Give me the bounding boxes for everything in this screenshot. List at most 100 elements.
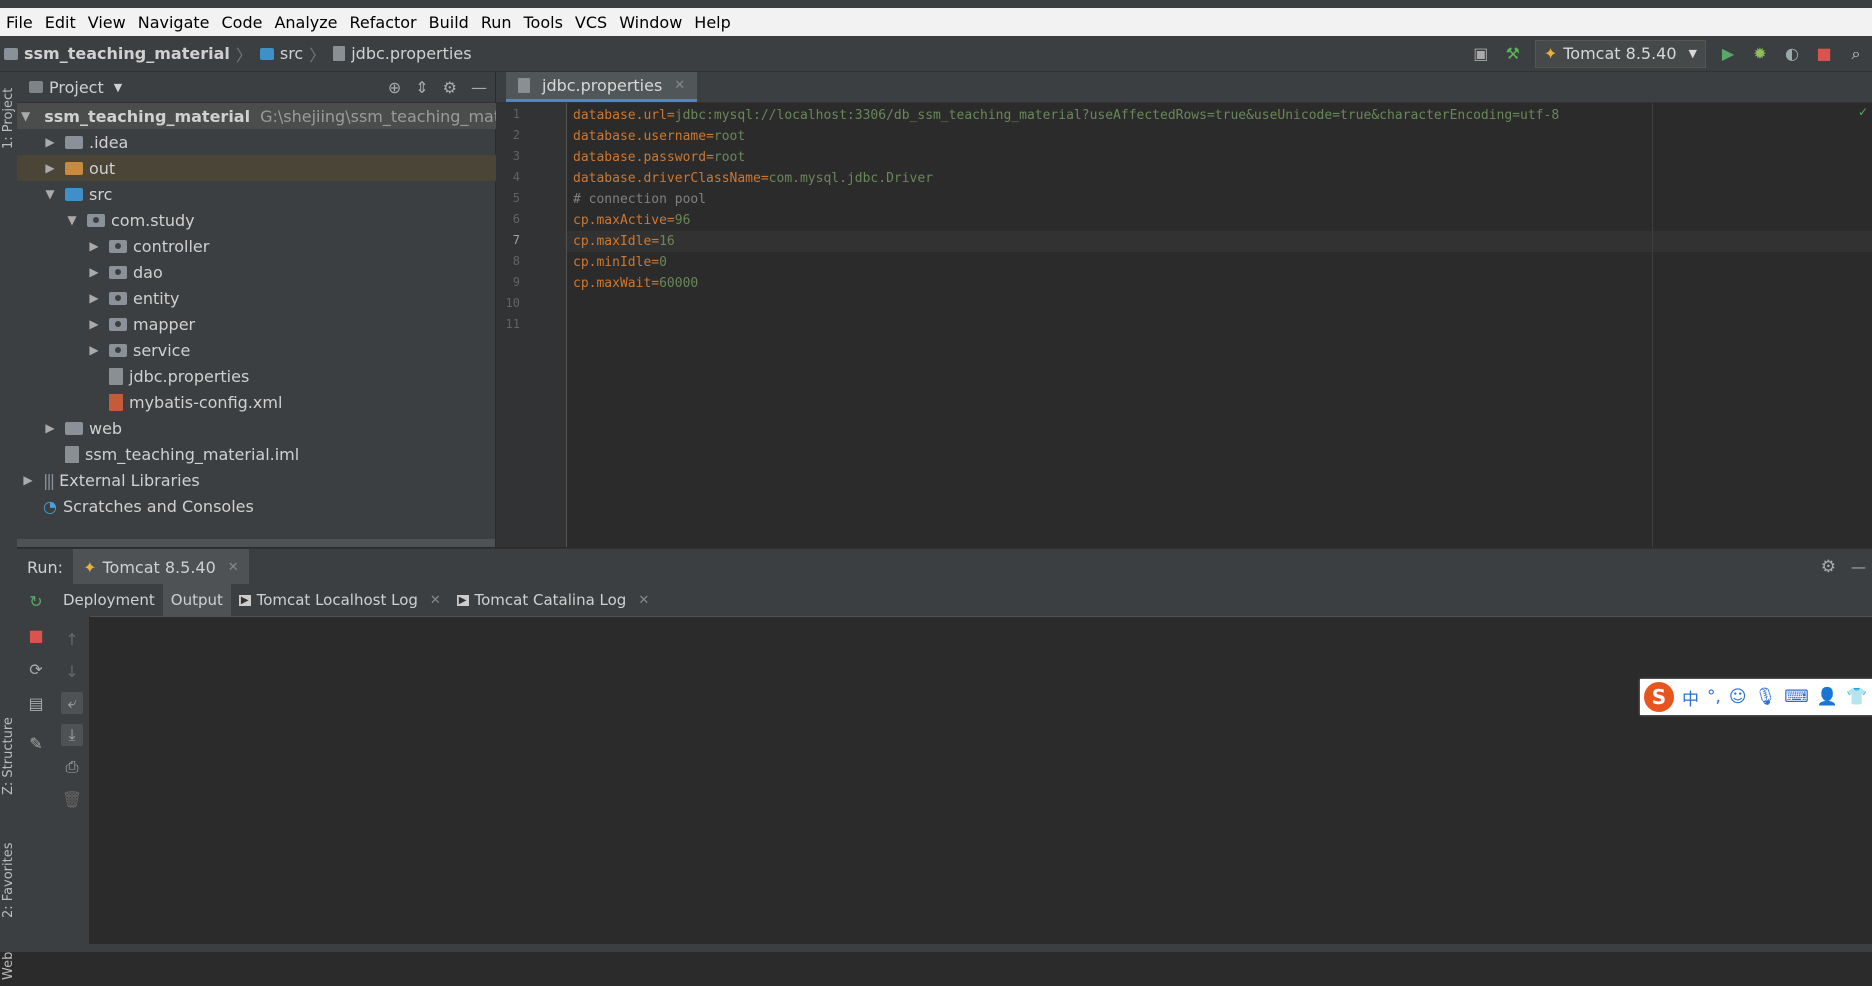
- menu-code[interactable]: Code: [216, 13, 269, 32]
- build-hammer-icon[interactable]: ⚒: [1503, 44, 1523, 64]
- keyboard-icon[interactable]: ⌨: [1784, 687, 1809, 707]
- excluded-folder-icon: [65, 161, 83, 175]
- tree-item-project-root[interactable]: ▼ ssm_teaching_material G:\shejiing\ssm_…: [17, 103, 535, 129]
- chevron-right-icon[interactable]: ▶: [21, 473, 35, 487]
- tree-item-out[interactable]: ▶ out: [17, 155, 521, 181]
- chevron-down-icon[interactable]: ▼: [21, 109, 30, 123]
- run-tab-tomcat[interactable]: ✦ Tomcat 8.5.40 ✕: [73, 549, 249, 585]
- close-icon[interactable]: ✕: [638, 593, 649, 608]
- chevron-right-icon[interactable]: ▶: [43, 161, 57, 175]
- breadcrumb-src[interactable]: src 〉: [256, 42, 329, 66]
- locate-target-icon[interactable]: ⊕: [388, 78, 401, 97]
- chevron-right-icon[interactable]: ▶: [43, 421, 57, 435]
- tree-item-com-study[interactable]: ▼ com.study: [17, 207, 543, 233]
- minimize-icon[interactable]: —: [471, 78, 487, 97]
- tree-item-label: mybatis-config.xml: [129, 392, 283, 412]
- chevron-down-icon[interactable]: ▼: [43, 187, 57, 201]
- chevron-right-icon[interactable]: ▶: [87, 239, 101, 253]
- tree-item-scratches[interactable]: ◔ Scratches and Consoles: [17, 493, 521, 519]
- coverage-icon[interactable]: ◐: [1782, 44, 1802, 64]
- chevron-right-icon[interactable]: ▶: [43, 135, 57, 149]
- update-app-icon[interactable]: ⟳: [25, 658, 47, 680]
- ime-language-toggle[interactable]: 中: [1682, 685, 1699, 710]
- collapse-all-icon[interactable]: ⇕: [415, 78, 428, 97]
- sogou-logo-icon[interactable]: S: [1644, 682, 1674, 712]
- skin-shirt-icon[interactable]: 👕: [1846, 687, 1867, 707]
- run-icon[interactable]: ▶: [1718, 44, 1738, 64]
- project-panel-title[interactable]: Project: [49, 78, 104, 97]
- gear-icon[interactable]: ⚙: [1821, 557, 1836, 577]
- tab-deployment[interactable]: Deployment: [55, 584, 163, 616]
- trash-icon[interactable]: 🗑: [61, 788, 83, 810]
- structure-tool-tab[interactable]: Z: Structure: [0, 708, 17, 804]
- horizontal-scrollbar[interactable]: [17, 539, 495, 547]
- minimize-icon[interactable]: —: [1851, 558, 1866, 576]
- menu-window[interactable]: Window: [613, 13, 688, 32]
- pin-icon[interactable]: ✎: [25, 732, 47, 754]
- scroll-to-end-icon[interactable]: ⤓: [61, 724, 83, 746]
- tree-item-dao[interactable]: ▶ dao: [17, 259, 565, 285]
- menu-run[interactable]: Run: [475, 13, 518, 32]
- tree-item-service[interactable]: ▶ service: [17, 337, 565, 363]
- inspection-ok-icon[interactable]: ✓: [1858, 105, 1868, 119]
- tree-item-web[interactable]: ▶ web: [17, 415, 521, 441]
- menu-view[interactable]: View: [82, 13, 132, 32]
- favorites-tool-tab[interactable]: 2: Favorites: [0, 832, 17, 928]
- menu-vcs[interactable]: VCS: [569, 13, 613, 32]
- line-number-gutter: 1 2 3 4 5 6 7 8 9 10 11: [496, 103, 567, 547]
- code-editor[interactable]: database.url=jdbc:mysql://localhost:3306…: [567, 103, 1872, 547]
- close-icon[interactable]: ✕: [430, 593, 441, 608]
- menu-file[interactable]: File: [0, 13, 39, 32]
- tree-item-entity[interactable]: ▶ entity: [17, 285, 565, 311]
- tree-item-src[interactable]: ▼ src: [17, 181, 521, 207]
- layout-icon[interactable]: ▤: [25, 692, 47, 714]
- stop-icon[interactable]: ■: [25, 624, 47, 646]
- soft-wrap-icon[interactable]: ⤶: [61, 692, 83, 714]
- emoji-icon[interactable]: ☺: [1729, 687, 1747, 707]
- arrow-down-icon[interactable]: ↓: [61, 660, 83, 682]
- tree-item-controller[interactable]: ▶ controller: [17, 233, 565, 259]
- microphone-icon[interactable]: 🎙: [1755, 687, 1777, 707]
- breadcrumb-project[interactable]: ssm_teaching_material 〉: [0, 42, 256, 66]
- arrow-up-icon[interactable]: ↑: [61, 628, 83, 650]
- print-icon[interactable]: ⎙: [61, 756, 83, 778]
- search-icon[interactable]: ⌕: [1846, 44, 1866, 64]
- close-icon[interactable]: ✕: [228, 560, 239, 575]
- chevron-right-icon[interactable]: ▶: [87, 265, 101, 279]
- ime-punctuation-toggle[interactable]: °,: [1707, 687, 1721, 707]
- menu-refactor[interactable]: Refactor: [344, 13, 423, 32]
- console-output[interactable]: [90, 617, 1872, 944]
- chevron-down-icon[interactable]: ▼: [65, 213, 79, 227]
- editor-tab-jdbc-properties[interactable]: jdbc.properties ✕: [506, 72, 698, 102]
- tree-item-label: Scratches and Consoles: [62, 496, 254, 516]
- tree-item-iml[interactable]: ssm_teaching_material.iml: [17, 441, 543, 467]
- gear-icon[interactable]: ⚙: [443, 78, 457, 97]
- menu-build[interactable]: Build: [423, 13, 475, 32]
- chevron-right-icon[interactable]: ▶: [87, 317, 101, 331]
- run-configuration-selector[interactable]: ✦ Tomcat 8.5.40 ▼: [1534, 39, 1706, 68]
- menu-help[interactable]: Help: [688, 13, 736, 32]
- menu-edit[interactable]: Edit: [39, 13, 82, 32]
- terminal-icon[interactable]: ▣: [1471, 44, 1491, 64]
- tab-tomcat-localhost-log[interactable]: ▶ Tomcat Localhost Log ✕: [231, 584, 449, 616]
- web-tool-tab[interactable]: Web: [0, 946, 17, 986]
- tab-output[interactable]: Output: [162, 584, 231, 616]
- line-number: 8: [512, 254, 520, 268]
- stop-icon[interactable]: ■: [1814, 44, 1834, 64]
- tree-item-external-libraries[interactable]: ▶ ||| External Libraries: [17, 467, 499, 493]
- user-icon[interactable]: 👤: [1817, 687, 1838, 707]
- tree-item-mapper[interactable]: ▶ mapper: [17, 311, 565, 337]
- rerun-icon[interactable]: ↻: [25, 590, 47, 612]
- tab-tomcat-catalina-log[interactable]: ▶ Tomcat Catalina Log ✕: [449, 584, 657, 616]
- debug-bug-icon[interactable]: ✹: [1750, 44, 1770, 64]
- menu-analyze[interactable]: Analyze: [268, 13, 343, 32]
- tree-item-idea[interactable]: ▶ .idea: [17, 129, 521, 155]
- chevron-right-icon[interactable]: ▶: [87, 343, 101, 357]
- project-tool-tab[interactable]: 1: Project: [0, 78, 17, 158]
- menu-navigate[interactable]: Navigate: [132, 13, 216, 32]
- menu-tools[interactable]: Tools: [518, 13, 569, 32]
- close-icon[interactable]: ✕: [674, 78, 685, 93]
- chevron-right-icon[interactable]: ▶: [87, 291, 101, 305]
- breadcrumb-file[interactable]: jdbc.properties: [329, 44, 475, 63]
- chevron-down-icon[interactable]: ▼: [114, 81, 122, 94]
